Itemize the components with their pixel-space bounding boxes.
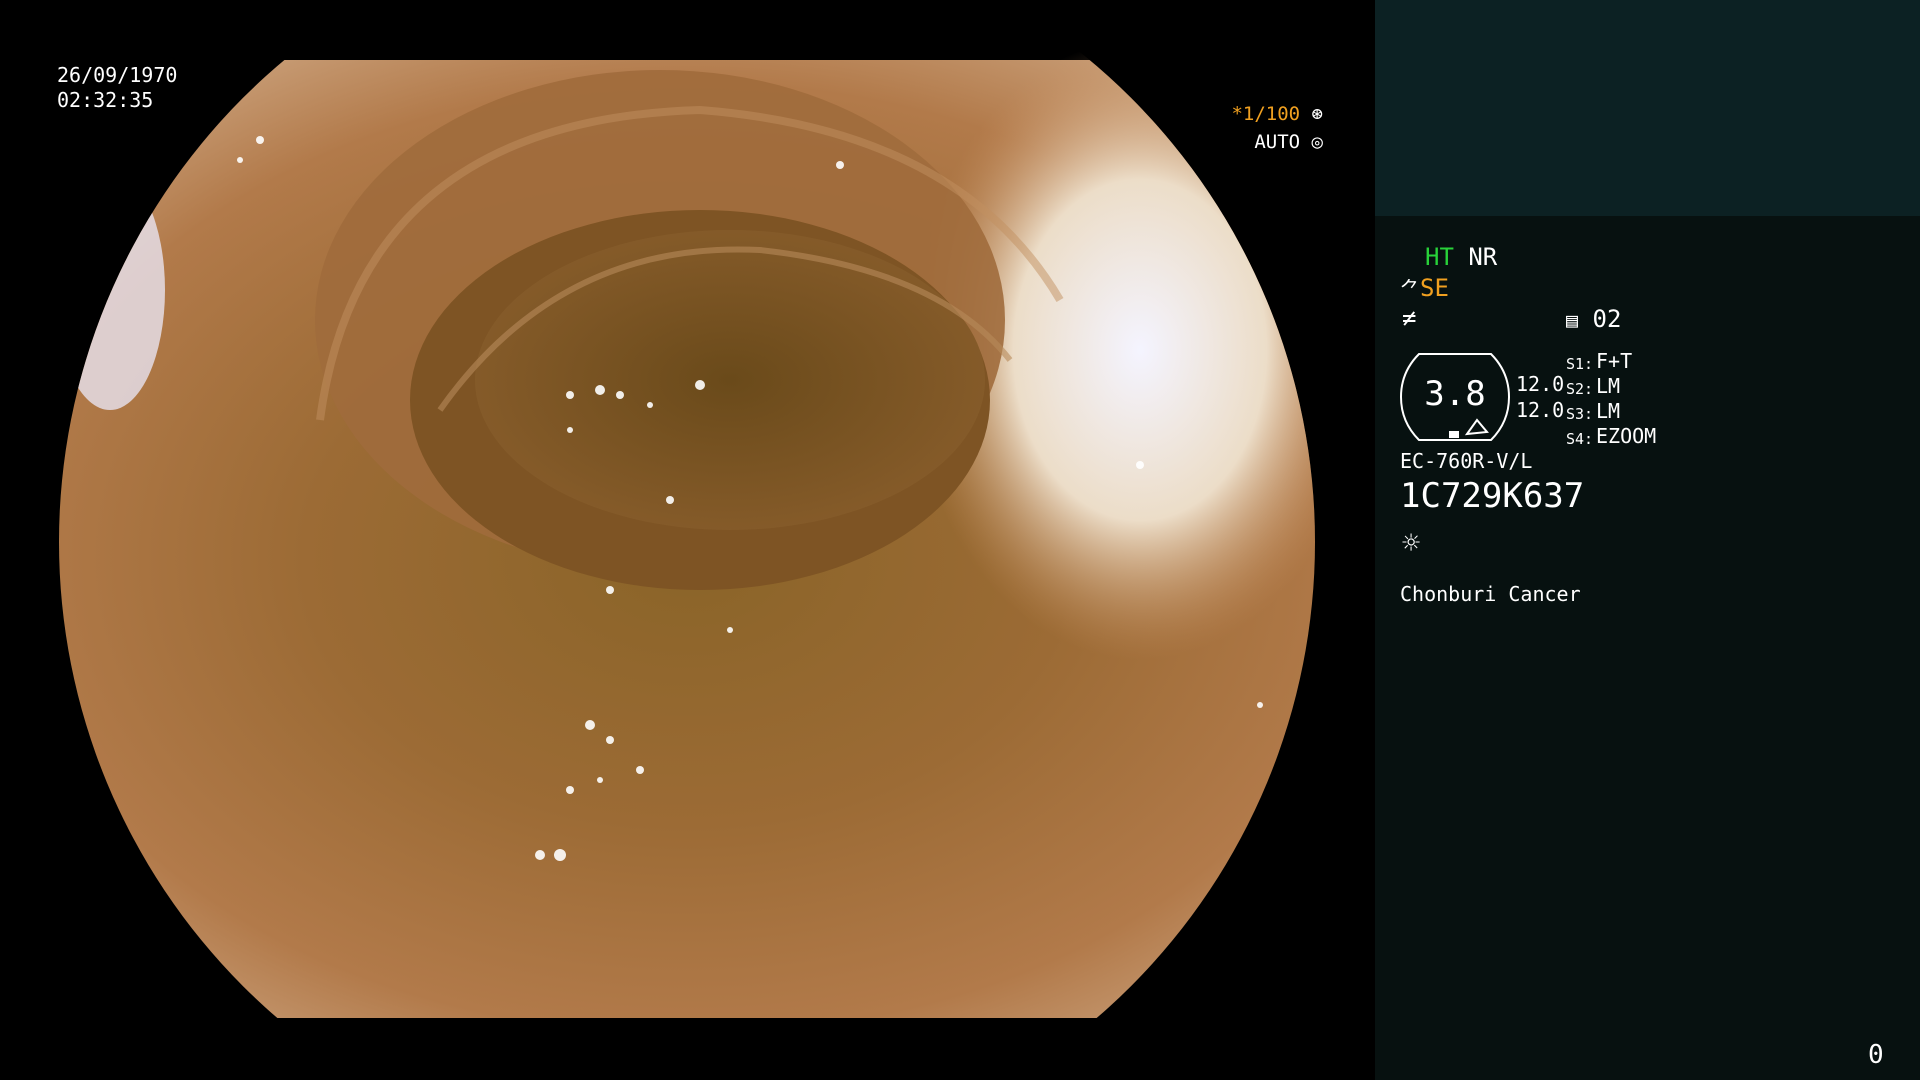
image-counter: 0 xyxy=(1868,1040,1884,1070)
shutter-label: *1/100 xyxy=(1231,103,1301,125)
exposure-info: *1/100 ⊛ AUTO ◎ xyxy=(1231,100,1323,156)
switch-1-label: S1: xyxy=(1566,355,1594,373)
gauge-number-1: 12.0 xyxy=(1516,372,1565,396)
hospital-name: Chonburi Cancer xyxy=(1400,582,1581,606)
endoscope-video: 26/09/1970 02:32:35 *1/100 ⊛ AUTO ◎ xyxy=(0,0,1375,1080)
switch-2-value: LM xyxy=(1596,374,1621,398)
mode-label: AUTO xyxy=(1254,131,1301,153)
switch-4-label: S4: xyxy=(1566,430,1594,448)
switch-1-value: F+T xyxy=(1596,349,1633,373)
date-time: 26/09/1970 02:32:35 xyxy=(57,63,177,113)
scope-serial: 1C729K637 xyxy=(1400,476,1585,516)
curve-icon: ≠ xyxy=(1402,304,1417,332)
memo-row: ▤ 02 xyxy=(1566,305,1621,334)
switch-3-value: LM xyxy=(1596,399,1621,423)
enhancement-icon: ⺈ xyxy=(1400,277,1420,301)
gauge-number-2: 12.0 xyxy=(1516,398,1565,422)
ht-label: HT xyxy=(1425,243,1454,271)
panel-header xyxy=(1375,0,1920,216)
gauge-value: 3.8 xyxy=(1424,374,1486,414)
aperture-icon: ⊛ xyxy=(1311,103,1323,125)
endoscopic-image xyxy=(59,40,1315,1018)
mode-row: AUTO ◎ xyxy=(1231,128,1323,156)
scope-model: EC-760R-V/L xyxy=(1400,449,1533,473)
switch-3-label: S3: xyxy=(1566,405,1594,423)
iris-icon: ◎ xyxy=(1311,131,1323,153)
date-label: 26/09/1970 xyxy=(57,63,178,87)
memo-value: 02 xyxy=(1592,305,1622,333)
switch-4-value: EZOOM xyxy=(1596,424,1657,448)
shutter-row: *1/100 ⊛ xyxy=(1231,100,1323,128)
not-equal-row: ≠ xyxy=(1402,304,1416,332)
se-row: ⺈SE xyxy=(1400,274,1449,303)
switch-2-label: S2: xyxy=(1566,380,1594,398)
time-label: 02:32:35 xyxy=(57,88,154,112)
info-panel xyxy=(1375,216,1920,1080)
memo-icon: ▤ xyxy=(1566,308,1579,332)
nr-label: NR xyxy=(1468,243,1498,271)
light-icon: ☼ xyxy=(1402,526,1421,561)
ht-nr-row: HT NR xyxy=(1425,243,1497,271)
se-label: SE xyxy=(1420,274,1449,302)
